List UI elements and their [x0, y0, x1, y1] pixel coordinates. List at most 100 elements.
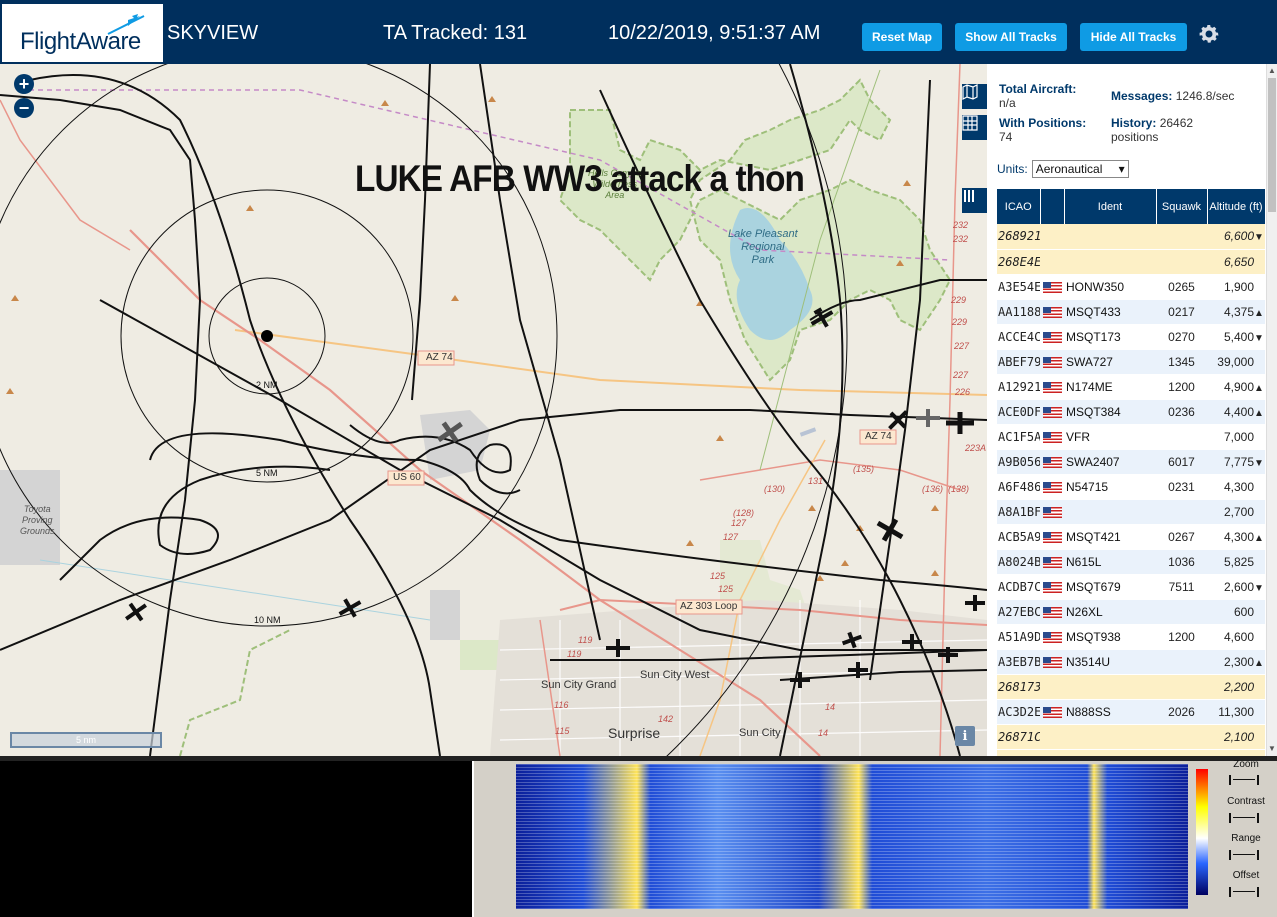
- offset-label: Offset: [1232, 870, 1260, 881]
- map-layers-button[interactable]: [962, 84, 987, 109]
- table-row[interactable]: A6F486 N54715 0231 4,300: [997, 474, 1265, 500]
- table-row[interactable]: AC3D2E N888SS 2026 11,300: [997, 699, 1265, 725]
- column-header-flag[interactable]: [1040, 189, 1065, 224]
- squawk-cell: 1036: [1156, 549, 1207, 575]
- table-row[interactable]: A3E54E HONW350 0265 1,900: [997, 274, 1265, 300]
- icao-cell: A27EBC: [997, 599, 1040, 625]
- us-flag-icon: [1042, 381, 1062, 393]
- us-flag-icon: [1042, 556, 1062, 568]
- flag-cell: [1040, 499, 1064, 525]
- flag-cell: [1040, 674, 1064, 700]
- altitude-cell: 4,375▲: [1207, 299, 1265, 325]
- column-header-squawk[interactable]: Squawk: [1156, 189, 1208, 224]
- altitude-value: 4,600: [1223, 629, 1254, 644]
- gear-icon[interactable]: [1197, 22, 1221, 46]
- table-row[interactable]: ACE0DF MSQT384 0236 4,400▲: [997, 399, 1265, 425]
- icao-cell: 268DA8: [997, 749, 1040, 756]
- zoom-out-button[interactable]: −: [14, 98, 34, 118]
- column-header-ident[interactable]: Ident: [1064, 189, 1157, 224]
- units-select-value: Aeronautical: [1035, 162, 1103, 176]
- altitude-trend-icon: ▲: [1254, 532, 1264, 544]
- altitude-value: 11,300: [1218, 704, 1254, 719]
- top-header: FlightAware SKYVIEW TA Tracked: 131 10/2…: [0, 0, 1277, 64]
- road-label-us60: US 60: [393, 472, 421, 483]
- range-label: Range: [1231, 833, 1261, 844]
- squawk-cell: 0267: [1156, 524, 1207, 550]
- us-flag-icon: [1042, 581, 1062, 593]
- columns-toggle-button[interactable]: [962, 188, 987, 213]
- us-flag-icon: [1042, 456, 1062, 468]
- sun-city-west-label: Sun City West: [640, 669, 710, 681]
- table-row[interactable]: ABEF79 SWA727 1345 39,000: [997, 349, 1265, 375]
- column-header-altitude[interactable]: Altitude (ft): [1207, 189, 1266, 224]
- contrast-slider[interactable]: [1229, 813, 1259, 823]
- altitude-value: 2,100: [1223, 729, 1254, 744]
- table-row[interactable]: ACDB7C MSQT679 7511 2,600▼: [997, 574, 1265, 600]
- table-row[interactable]: AA1188 MSQT433 0217 4,375▲: [997, 299, 1265, 325]
- table-row[interactable]: 268DA8 4,800: [997, 749, 1265, 756]
- table-row[interactable]: A8A1BF 2,700: [997, 499, 1265, 525]
- icao-cell: 268E4E: [997, 249, 1040, 275]
- table-row[interactable]: 268921 6,600▼: [997, 224, 1265, 250]
- panel-scrollbar[interactable]: ▲ ▼: [1266, 64, 1277, 756]
- zoom-in-button[interactable]: +: [14, 74, 34, 94]
- ident-cell: MSQT173: [1064, 324, 1156, 350]
- us-flag-icon: [1042, 431, 1062, 443]
- hide-all-tracks-button[interactable]: Hide All Tracks: [1080, 23, 1187, 51]
- show-all-tracks-button[interactable]: Show All Tracks: [955, 23, 1067, 51]
- reset-map-button[interactable]: Reset Map: [862, 23, 942, 51]
- logo-plane-icon: [107, 14, 145, 35]
- table-row[interactable]: 268E4E 6,650: [997, 249, 1265, 275]
- column-header-icao[interactable]: ICAO: [997, 189, 1041, 224]
- history-unit: positions: [1111, 130, 1159, 144]
- road-label-az303: AZ 303 Loop: [680, 601, 738, 612]
- us-flag-icon: [1042, 656, 1062, 668]
- road-number: 127: [731, 518, 747, 528]
- icao-cell: A8A1BF: [997, 499, 1040, 525]
- flag-cell: [1040, 349, 1064, 375]
- scroll-down-icon[interactable]: ▼: [1268, 744, 1276, 753]
- table-row[interactable]: A8024B N615L 1036 5,825: [997, 549, 1265, 575]
- icao-cell: A51A9D: [997, 624, 1040, 650]
- ident-cell: N888SS: [1064, 699, 1156, 725]
- grid-icon: [962, 115, 978, 131]
- road-label-az74: AZ 74: [426, 352, 453, 363]
- range-slider[interactable]: [1229, 850, 1259, 860]
- squawk-cell: [1156, 424, 1207, 450]
- grid-toggle-button[interactable]: [962, 115, 987, 140]
- ident-cell: HONW350: [1064, 274, 1156, 300]
- altitude-cell: 6,650: [1207, 249, 1265, 275]
- offset-slider[interactable]: [1229, 887, 1259, 897]
- squawk-cell: 2026: [1156, 699, 1207, 725]
- table-row[interactable]: A3EB7B N3514U 2,300▲: [997, 649, 1265, 675]
- icao-cell: A9B056: [997, 449, 1040, 475]
- table-row[interactable]: AC1F5A VFR 7,000: [997, 424, 1265, 450]
- altitude-cell: 39,000: [1207, 349, 1265, 375]
- road-number: 127: [723, 532, 739, 542]
- zoom-slider[interactable]: [1229, 775, 1259, 785]
- table-row[interactable]: ACB5A9 MSQT421 0267 4,300▲: [997, 524, 1265, 550]
- altitude-cell: 6,600▼: [1207, 224, 1265, 250]
- map-icon: [962, 84, 978, 100]
- ident-cell: N54715: [1064, 474, 1156, 500]
- flightaware-logo[interactable]: FlightAware: [2, 4, 163, 62]
- units-select[interactable]: Aeronautical ▾: [1031, 160, 1129, 178]
- us-flag-icon: [1042, 631, 1062, 643]
- table-row[interactable]: A51A9D MSQT938 1200 4,600: [997, 624, 1265, 650]
- icao-cell: A12921: [997, 374, 1040, 400]
- road-number: 227: [953, 370, 969, 380]
- table-row[interactable]: ACCE4C MSQT173 0270 5,400▼: [997, 324, 1265, 350]
- altitude-value: 5,400: [1223, 329, 1254, 344]
- road-number: 232: [953, 220, 969, 230]
- table-row[interactable]: A9B056 SWA2407 6017 7,775▼: [997, 449, 1265, 475]
- map-info-button[interactable]: i: [955, 726, 975, 746]
- table-row[interactable]: 268173 2,200: [997, 674, 1265, 700]
- map-view[interactable]: AZ 74 AZ 74 US 60 AZ 303 Loop 2 NM 5 NM …: [0, 64, 987, 756]
- table-row[interactable]: A27EBC N26XL 600: [997, 599, 1265, 625]
- table-row[interactable]: 26871C 2,100: [997, 724, 1265, 750]
- squawk-cell: 0231: [1156, 474, 1207, 500]
- scrollbar-thumb[interactable]: [1268, 78, 1276, 212]
- scroll-up-icon[interactable]: ▲: [1268, 66, 1276, 75]
- table-row[interactable]: A12921 N174ME 1200 4,900▲: [997, 374, 1265, 400]
- flag-cell: [1040, 474, 1064, 500]
